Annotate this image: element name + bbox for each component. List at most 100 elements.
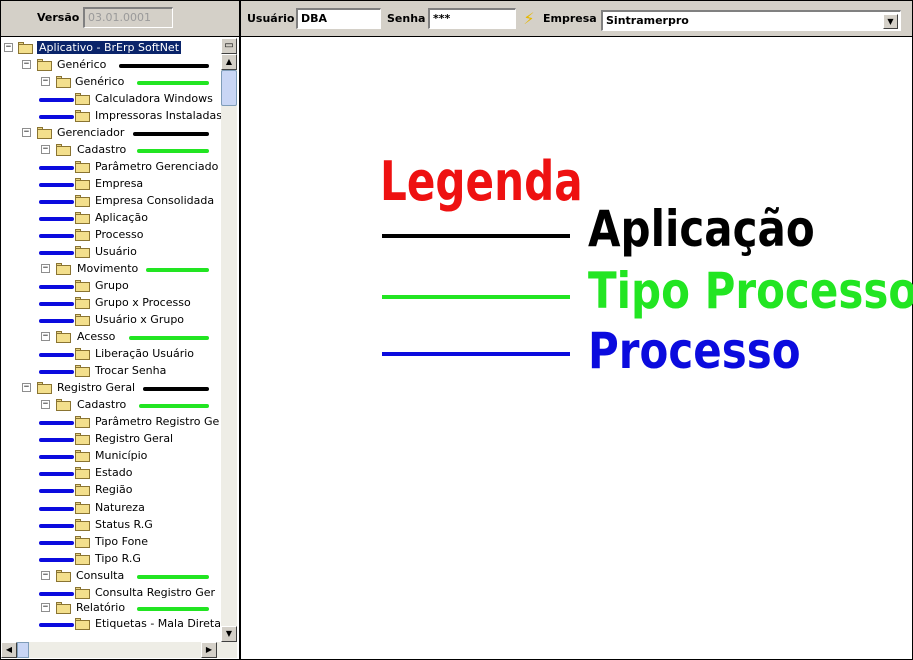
tree-label-parametro-registro[interactable]: Parâmetro Registro Ge	[95, 415, 219, 428]
folder-icon	[75, 536, 90, 548]
tree-label-aplicacao[interactable]: Aplicação	[95, 211, 148, 224]
legend-mark-aplicacao	[133, 132, 209, 136]
collapse-icon[interactable]: −	[22, 128, 31, 137]
tree-label-usuario-grupo[interactable]: Usuário x Grupo	[95, 313, 184, 326]
legend-title: Legenda	[380, 150, 583, 213]
folder-icon	[75, 297, 90, 309]
scroll-up-icon[interactable]: ▲	[221, 54, 237, 70]
chevron-down-icon[interactable]: ▼	[883, 14, 898, 29]
scroll-thumb[interactable]	[17, 642, 29, 658]
tree-label-liberacao[interactable]: Liberação Usuário	[95, 347, 194, 360]
tree-label-processo[interactable]: Processo	[95, 228, 143, 241]
legend-label-processo: Processo	[588, 322, 801, 380]
tree-vertical-scrollbar[interactable]: ▭ ▲ ▼	[221, 38, 237, 642]
tree-label-generico[interactable]: Genérico	[57, 58, 106, 71]
tree-label-consulta[interactable]: Consulta	[76, 569, 124, 582]
folder-icon	[56, 602, 71, 614]
legend-mark-tipo	[129, 336, 209, 340]
collapse-icon[interactable]: −	[4, 43, 13, 52]
collapse-icon[interactable]: −	[41, 264, 50, 273]
scroll-right-icon[interactable]: ▶	[201, 642, 217, 658]
lightning-bolt-icon[interactable]: ⚡	[522, 9, 536, 29]
folder-icon	[75, 450, 90, 462]
legend-mark-processo	[39, 438, 74, 442]
collapse-icon[interactable]: −	[41, 145, 50, 154]
tree-label-grupo[interactable]: Grupo	[95, 279, 129, 292]
legend-mark-processo	[39, 234, 74, 238]
collapse-icon[interactable]: −	[22, 383, 31, 392]
tree-label-regiao[interactable]: Região	[95, 483, 132, 496]
collapse-icon[interactable]: −	[41, 603, 50, 612]
scroll-down-icon[interactable]: ▼	[221, 626, 237, 642]
folder-icon	[56, 76, 71, 88]
collapse-icon[interactable]: −	[41, 332, 50, 341]
company-select[interactable]: Sintramerpro ▼	[601, 10, 901, 31]
tree-label-cadastro-rg[interactable]: Cadastro	[77, 398, 126, 411]
tree-label-root[interactable]: Aplicativo - BrErp SoftNet	[37, 41, 182, 54]
folder-icon	[56, 263, 71, 275]
scroll-left-icon[interactable]: ◀	[1, 642, 17, 658]
tree-label-empresa-consolidada[interactable]: Empresa Consolidada	[95, 194, 214, 207]
password-field[interactable]: ***	[428, 8, 516, 29]
tree-label-tipo-fone[interactable]: Tipo Fone	[95, 535, 148, 548]
tree-label-etiquetas[interactable]: Etiquetas - Mala Direta	[95, 617, 221, 630]
folder-icon	[18, 42, 33, 54]
tree-label-registro-geral[interactable]: Registro Geral	[57, 381, 135, 394]
tree-options-icon[interactable]: ▭	[221, 38, 237, 54]
tree-horizontal-scrollbar[interactable]: ◀ ▶	[1, 642, 237, 658]
tree-label-empresa[interactable]: Empresa	[95, 177, 143, 190]
folder-icon	[75, 280, 90, 292]
folder-icon	[75, 587, 90, 599]
collapse-icon[interactable]: −	[41, 571, 50, 580]
legend-mark-processo	[39, 319, 74, 323]
tree-label-municipio[interactable]: Município	[95, 449, 147, 462]
user-field[interactable]: DBA	[296, 8, 381, 29]
tree-label-acesso[interactable]: Acesso	[77, 330, 115, 343]
legend-mark-processo	[39, 489, 74, 493]
tree-label-cadastro[interactable]: Cadastro	[77, 143, 126, 156]
scroll-thumb[interactable]	[221, 70, 237, 106]
tree-label-relatorio[interactable]: Relatório	[76, 601, 125, 614]
legend-mark-processo	[39, 421, 74, 425]
tree-label-parametro-gerenciado[interactable]: Parâmetro Gerenciado	[95, 160, 218, 173]
tree-label-impressoras[interactable]: Impressoras Instaladas	[95, 109, 222, 122]
version-field: 03.01.0001	[83, 7, 173, 28]
legend-mark-processo	[39, 541, 74, 545]
tree-label-trocar-senha[interactable]: Trocar Senha	[95, 364, 166, 377]
legend-mark-tipo	[137, 575, 209, 579]
legend-mark-tipo	[137, 149, 209, 153]
tree-label-registro-geral-item[interactable]: Registro Geral	[95, 432, 173, 445]
collapse-icon[interactable]: −	[41, 77, 50, 86]
folder-icon	[75, 433, 90, 445]
folder-icon	[75, 553, 90, 565]
legend-mark-processo	[39, 302, 74, 306]
company-select-value: Sintramerpro	[606, 14, 689, 27]
tree-label-grupo-processo[interactable]: Grupo x Processo	[95, 296, 191, 309]
legend-mark-processo	[39, 455, 74, 459]
legend-mark-tipo	[139, 404, 209, 408]
tree-label-consulta-registro[interactable]: Consulta Registro Ger	[95, 586, 215, 599]
legend-line-aplicacao	[382, 234, 570, 238]
folder-icon	[75, 502, 90, 514]
collapse-icon[interactable]: −	[41, 400, 50, 409]
tree-label-status-rg[interactable]: Status R.G	[95, 518, 153, 531]
tree-label-usuario[interactable]: Usuário	[95, 245, 137, 258]
tree-label-natureza[interactable]: Natureza	[95, 501, 145, 514]
panel-divider[interactable]	[239, 0, 241, 660]
tree-label-estado[interactable]: Estado	[95, 466, 132, 479]
legend-mark-processo	[39, 98, 74, 102]
folder-icon	[75, 161, 90, 173]
folder-icon	[75, 212, 90, 224]
tree-label-movimento[interactable]: Movimento	[77, 262, 138, 275]
tree-label-calculadora[interactable]: Calculadora Windows	[95, 92, 213, 105]
legend-mark-tipo	[146, 268, 209, 272]
application-tree: − Aplicativo - BrErp SoftNet − Genérico …	[1, 38, 239, 659]
tree-label-tipo-rg[interactable]: Tipo R.G	[95, 552, 141, 565]
folder-icon	[75, 229, 90, 241]
tree-label-generico-tipo[interactable]: Genérico	[75, 75, 124, 88]
folder-icon	[75, 246, 90, 258]
legend-line-tipo-processo	[382, 295, 570, 299]
tree-label-gerenciador[interactable]: Gerenciador	[57, 126, 124, 139]
collapse-icon[interactable]: −	[22, 60, 31, 69]
legend-label-tipo-processo: Tipo Processo	[588, 262, 913, 320]
